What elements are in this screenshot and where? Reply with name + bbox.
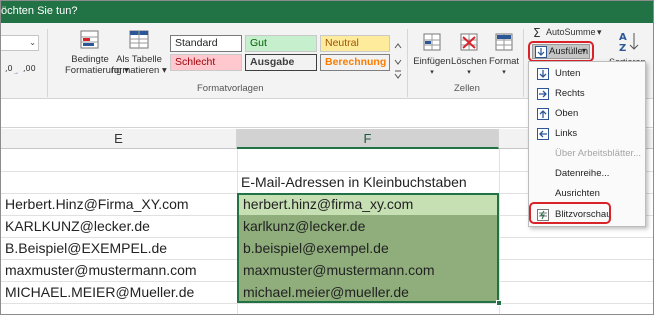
style-standard-label: Standard: [175, 37, 218, 49]
blitzvorschau-highlight: [529, 202, 611, 224]
group-separator: [407, 29, 408, 97]
excel-window: öchten Sie tun? ⌄ ,0 → ,00 Bedingte Form…: [0, 0, 654, 315]
svg-text:A: A: [619, 32, 627, 43]
style-ausgabe[interactable]: Ausgabe: [245, 54, 317, 71]
menu-item-label: Datenreihe...: [555, 168, 610, 179]
format-cells-icon: [495, 33, 513, 51]
insert-cells-button[interactable]: Einfügen ▾: [413, 31, 451, 78]
insert-cells-icon: [423, 33, 441, 51]
svg-text:,0: ,0: [5, 64, 13, 73]
conditional-formatting-label: Bedingte Formatierung ▾: [65, 54, 129, 76]
style-gut-label: Gut: [250, 37, 267, 49]
group-label-formatvorlagen: Formatvorlagen: [197, 83, 264, 94]
autosum-label[interactable]: AutoSumme: [546, 27, 596, 38]
delete-cells-button[interactable]: Löschen ▾: [451, 31, 487, 78]
cell-e-row-2[interactable]: KARLKUNZ@lecker.de: [1, 215, 237, 237]
style-gut[interactable]: Gut: [245, 35, 317, 52]
chevron-down-icon: ▾: [502, 69, 506, 76]
menu-item-datenreihe[interactable]: Datenreihe...: [529, 164, 645, 184]
style-berechnung-label: Berechnung: [325, 56, 387, 68]
group-separator: [47, 29, 48, 97]
svg-text:Z: Z: [619, 43, 626, 54]
style-berechnung[interactable]: Berechnung: [320, 54, 390, 71]
tell-me-search[interactable]: öchten Sie tun?: [1, 5, 77, 17]
cell-e-row-3[interactable]: B.Beispiel@EXEMPEL.de: [1, 237, 237, 259]
style-neutral-label: Neutral: [325, 37, 359, 49]
group-label-zellen: Zellen: [454, 83, 480, 94]
arrow-down-icon: [537, 68, 549, 80]
menu-item-ausrichten[interactable]: Ausrichten: [529, 184, 645, 204]
menu-item-label: Links: [555, 128, 578, 139]
menu-item-label: Ausrichten: [555, 188, 600, 199]
arrow-up-icon: [537, 108, 549, 120]
chevron-down-icon[interactable]: ▾: [597, 27, 602, 38]
menu-item-label: Oben: [555, 108, 579, 119]
table-icon: [129, 30, 149, 49]
style-standard[interactable]: Standard: [170, 35, 242, 52]
chevron-down-icon: ▾: [430, 69, 434, 76]
menu-item-unten[interactable]: Unten: [529, 64, 645, 84]
title-bar: öchten Sie tun?: [1, 1, 653, 23]
menu-item-label: Unten: [555, 68, 581, 79]
conditional-formatting-icon: [80, 30, 99, 49]
conditional-formatting-button[interactable]: Bedingte Formatierung ▾: [65, 29, 129, 76]
sort-filter-icon[interactable]: A Z: [617, 29, 643, 60]
gallery-more-icon[interactable]: [394, 67, 402, 85]
format-cells-label: Format: [488, 56, 520, 67]
svg-text:Σ: Σ: [533, 26, 541, 38]
font-size-select[interactable]: ⌄: [1, 35, 39, 51]
style-schlecht-label: Schlecht: [175, 56, 216, 68]
gridline: [499, 149, 500, 314]
cell-f-row-1[interactable]: herbert.hinz@firma_xy.com: [239, 193, 497, 215]
style-schlecht[interactable]: Schlecht: [170, 54, 242, 71]
group-separator: [523, 29, 524, 97]
cell-f-header[interactable]: E-Mail-Adressen in Kleinbuchstaben: [237, 171, 499, 193]
cell-f-row-2[interactable]: karlkunz@lecker.de: [239, 215, 497, 237]
menu-item-rechts[interactable]: Rechts: [529, 84, 645, 104]
insert-cells-label: Einfügen: [413, 56, 451, 67]
cell-e-row-1[interactable]: Herbert.Hinz@Firma_XY.com: [1, 193, 237, 215]
menu-item-label: Über Arbeitsblätter...: [555, 148, 642, 159]
style-ausgabe-label: Ausgabe: [250, 56, 295, 68]
svg-text:→: →: [13, 70, 19, 75]
style-neutral[interactable]: Neutral: [320, 35, 390, 52]
cell-f-row-3[interactable]: b.beispiel@exempel.de: [239, 237, 497, 259]
cell-f-row-4[interactable]: maxmuster@mustermann.com: [239, 259, 497, 281]
format-cells-button[interactable]: Format ▾: [487, 31, 521, 78]
chevron-down-icon: ▾: [467, 69, 471, 76]
delete-cells-icon: [460, 33, 478, 51]
delete-cells-label: Löschen: [451, 56, 487, 67]
increase-decimal-icon[interactable]: ,0 →: [5, 61, 21, 80]
column-header-f[interactable]: F: [237, 129, 499, 149]
menu-item-ueber-arbeitsblaetter: Über Arbeitsblätter...: [529, 144, 645, 164]
format-as-table-label: Als Tabelle formatieren ▾: [111, 54, 167, 76]
svg-text:,00: ,00: [23, 64, 36, 73]
gridline: [1, 303, 653, 304]
decrease-decimal-icon[interactable]: ,00: [23, 61, 39, 80]
cell-e-row-5[interactable]: MICHAEL.MEIER@Mueller.de: [1, 281, 237, 303]
column-header-e[interactable]: E: [1, 129, 237, 149]
menu-item-oben[interactable]: Oben: [529, 104, 645, 124]
menu-item-links[interactable]: Links: [529, 124, 645, 144]
fill-button-highlight: [528, 41, 594, 62]
cell-f-row-5[interactable]: michael.meier@mueller.de: [239, 281, 497, 303]
cell-e-row-4[interactable]: maxmuster@mustermann.com: [1, 259, 237, 281]
menu-item-label: Rechts: [555, 88, 585, 99]
arrow-right-icon: [537, 88, 549, 100]
chevron-down-icon: ⌄: [29, 38, 36, 47]
format-as-table-button[interactable]: Als Tabelle formatieren ▾: [111, 29, 167, 76]
arrow-left-icon: [537, 128, 549, 140]
